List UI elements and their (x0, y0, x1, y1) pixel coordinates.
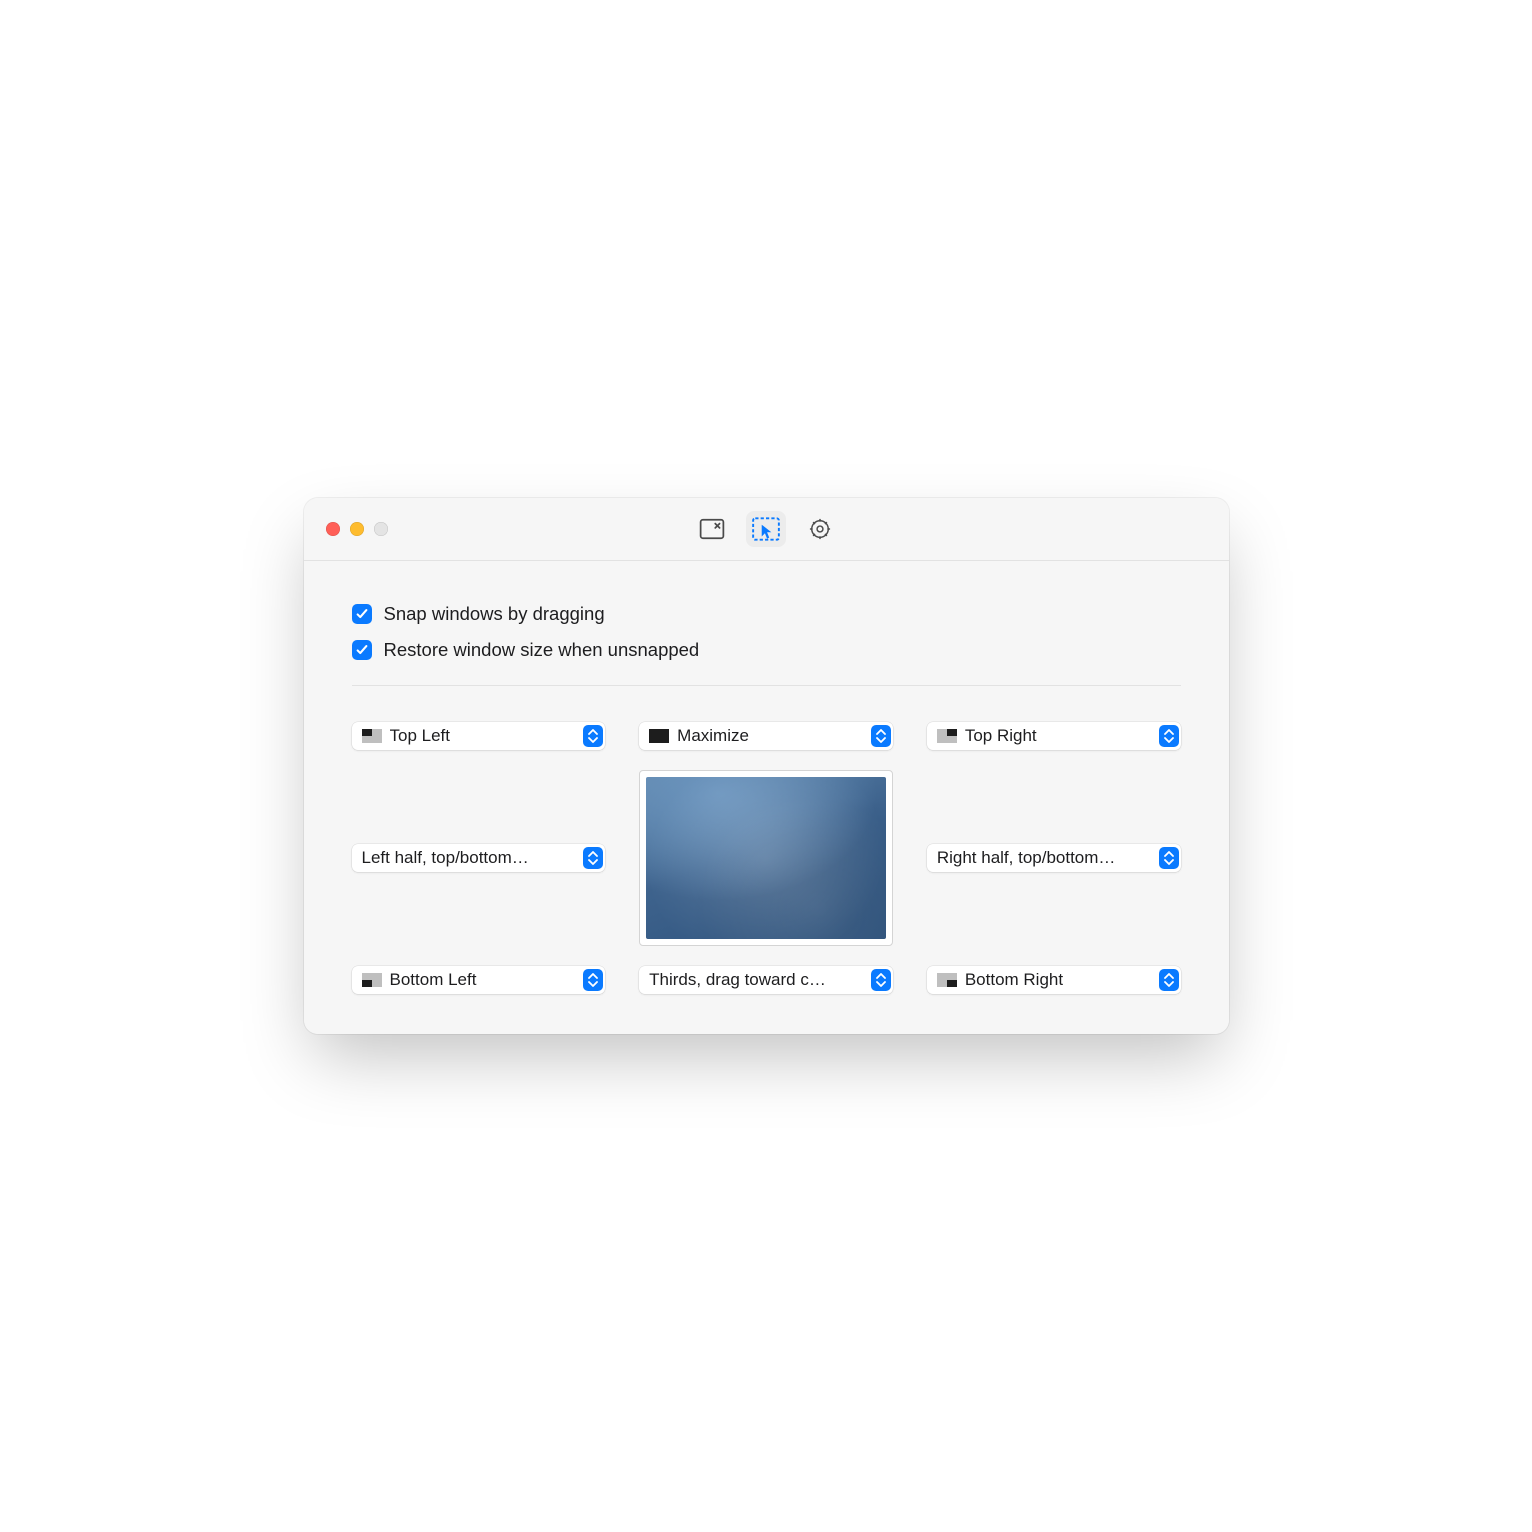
divider (352, 685, 1181, 686)
zone-select-left[interactable]: Left half, top/bottom… (352, 844, 606, 872)
popup-stepper-icon (583, 969, 603, 991)
popup-stepper-icon (583, 725, 603, 747)
desktop-wallpaper-preview (646, 777, 886, 939)
snap-cursor-icon (751, 516, 781, 542)
popup-stepper-icon (871, 969, 891, 991)
gear-icon (809, 518, 831, 540)
bottom-right-glyph-icon (937, 973, 957, 987)
tab-snapping[interactable] (746, 511, 786, 547)
top-left-glyph-icon (362, 729, 382, 743)
bottom-left-glyph-icon (362, 973, 382, 987)
maximize-glyph-icon (649, 729, 669, 743)
minimize-window-button[interactable] (350, 522, 364, 536)
titlebar (304, 498, 1229, 561)
zone-select-bottom-right[interactable]: Bottom Right (927, 966, 1181, 994)
zone-select-right[interactable]: Right half, top/bottom… (927, 844, 1181, 872)
content-area: Snap windows by dragging Restore window … (304, 561, 1229, 1034)
toolbar (692, 511, 840, 547)
screen-preview (639, 770, 893, 946)
option-label: Snap windows by dragging (384, 603, 605, 625)
close-window-button[interactable] (326, 522, 340, 536)
zoom-window-button-disabled (374, 522, 388, 536)
checkbox-checked-icon (352, 604, 372, 624)
popup-stepper-icon (1159, 969, 1179, 991)
zone-select-top-center[interactable]: Maximize (639, 722, 893, 750)
traffic-lights (326, 522, 388, 536)
checkbox-checked-icon (352, 640, 372, 660)
preferences-window: Snap windows by dragging Restore window … (304, 498, 1229, 1034)
snap-zones-grid: Top Left Maximize (352, 722, 1181, 994)
zone-select-bottom-center[interactable]: Thirds, drag toward c… (639, 966, 893, 994)
option-label: Restore window size when unsnapped (384, 639, 700, 661)
top-right-glyph-icon (937, 729, 957, 743)
tab-window-actions[interactable] (692, 511, 732, 547)
zone-select-bottom-left[interactable]: Bottom Left (352, 966, 606, 994)
tab-settings[interactable] (800, 511, 840, 547)
window-x-icon (699, 518, 725, 540)
popup-stepper-icon (583, 847, 603, 869)
option-restore-size[interactable]: Restore window size when unsnapped (352, 639, 1181, 661)
popup-stepper-icon (1159, 847, 1179, 869)
zone-select-top-right[interactable]: Top Right (927, 722, 1181, 750)
zone-select-top-left[interactable]: Top Left (352, 722, 606, 750)
popup-stepper-icon (1159, 725, 1179, 747)
option-snap-by-dragging[interactable]: Snap windows by dragging (352, 603, 1181, 625)
popup-stepper-icon (871, 725, 891, 747)
